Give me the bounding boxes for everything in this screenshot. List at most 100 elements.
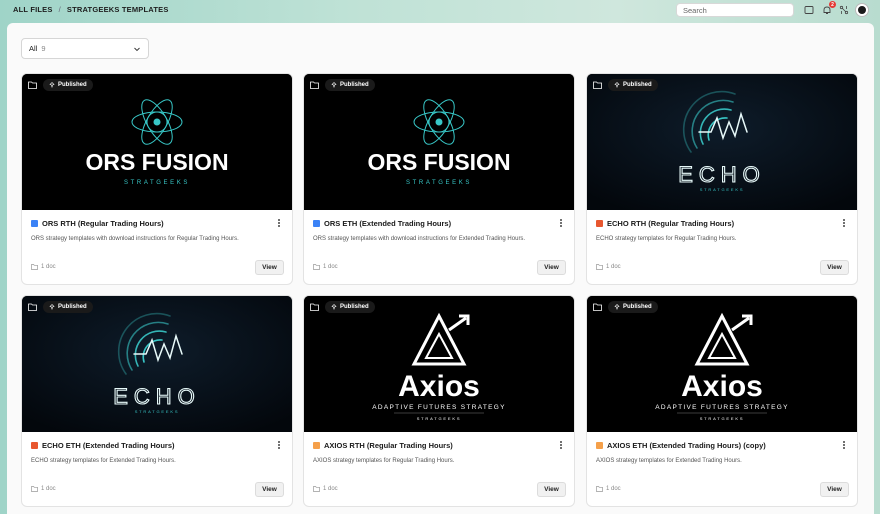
view-button[interactable]: View [820, 260, 849, 275]
search-input[interactable]: Search [676, 3, 794, 17]
avatar[interactable] [856, 4, 868, 16]
card-doc-count: 1 doc [313, 264, 338, 270]
more-options-icon[interactable] [841, 218, 847, 228]
published-badge: Published [325, 79, 375, 91]
card-thumbnail[interactable]: ECHO STRATGEEKS Published [22, 296, 292, 432]
card-title[interactable]: ORS ETH (Extended Trading Hours) [313, 219, 451, 228]
folder-icon [313, 264, 320, 270]
doc-count-text: 1 doc [323, 486, 338, 492]
pin-icon [614, 82, 620, 88]
doc-count-text: 1 doc [323, 264, 338, 270]
published-badge: Published [608, 301, 658, 313]
view-button[interactable]: View [537, 482, 566, 497]
card-title[interactable]: AXIOS ETH (Extended Trading Hours) (copy… [596, 441, 766, 450]
main-panel: All 9 ORS FUSION STRATGEEKS Published OR… [7, 23, 874, 514]
pin-icon [614, 304, 620, 310]
card-title-text: ORS ETH (Extended Trading Hours) [324, 219, 452, 228]
filter-count: 9 [41, 44, 46, 53]
art-title: Axios [398, 370, 480, 403]
template-card[interactable]: ORS FUSION STRATGEEKS Published ORS RTH … [21, 73, 293, 285]
folder-icon [310, 303, 319, 311]
folder-icon [310, 81, 319, 89]
art-title: ECHO [678, 162, 766, 187]
bell-icon[interactable]: 2 [821, 1, 836, 16]
art-title: ECHO [113, 384, 201, 409]
card-title[interactable]: ORS RTH (Regular Trading Hours) [31, 219, 164, 228]
card-thumbnail[interactable]: ORS FUSION STRATGEEKS Published [22, 74, 292, 210]
card-artwork: Axios ADAPTIVE FUTURES STRATEGY STRATGEE… [587, 296, 857, 432]
art-subtitle: STRATGEEKS [417, 416, 462, 421]
card-doc-count: 1 doc [31, 264, 56, 270]
doc-count-text: 1 doc [41, 264, 56, 270]
folder-icon [31, 486, 38, 492]
breadcrumb-all-files[interactable]: ALL FILES [13, 5, 53, 14]
color-square-icon [31, 220, 38, 227]
published-label: Published [340, 304, 369, 310]
card-title[interactable]: ECHO RTH (Regular Trading Hours) [596, 219, 734, 228]
card-description: AXIOS strategy templates for Extended Tr… [596, 458, 742, 464]
published-badge: Published [43, 301, 93, 313]
published-badge: Published [43, 79, 93, 91]
art-subtitle: STRATGEEKS [124, 180, 190, 186]
template-card[interactable]: ECHO STRATGEEKS Published ECHO RTH (Regu… [586, 73, 858, 285]
card-description: AXIOS strategy templates for Regular Tra… [313, 458, 455, 464]
more-options-icon[interactable] [276, 440, 282, 450]
card-thumbnail[interactable]: ORS FUSION STRATGEEKS Published [304, 74, 574, 210]
folder-icon [593, 81, 602, 89]
card-description: ORS strategy templates with download ins… [313, 236, 526, 242]
folder-icon [31, 264, 38, 270]
template-card[interactable]: Axios ADAPTIVE FUTURES STRATEGY STRATGEE… [303, 295, 575, 507]
published-label: Published [58, 304, 87, 310]
art-tagline: ADAPTIVE FUTURES STRATEGY [372, 404, 506, 411]
filter-dropdown[interactable]: All 9 [21, 38, 149, 59]
card-title[interactable]: AXIOS RTH (Regular Trading Hours) [313, 441, 453, 450]
view-button[interactable]: View [820, 482, 849, 497]
top-bar: ALL FILES / STRATGEEKS TEMPLATES Search … [0, 0, 880, 22]
more-options-icon[interactable] [841, 440, 847, 450]
doc-count-text: 1 doc [606, 264, 621, 270]
chevron-down-icon [134, 47, 140, 51]
card-artwork: ECHO STRATGEEKS [587, 74, 857, 210]
view-button[interactable]: View [537, 260, 566, 275]
network-icon[interactable] [838, 4, 850, 16]
folder-icon [313, 486, 320, 492]
breadcrumb-current: STRATGEEKS TEMPLATES [66, 5, 169, 14]
color-square-icon [313, 220, 320, 227]
color-square-icon [596, 220, 603, 227]
folder-icon [596, 264, 603, 270]
art-tagline: ADAPTIVE FUTURES STRATEGY [655, 404, 789, 411]
more-options-icon[interactable] [558, 218, 564, 228]
folder-icon [28, 81, 37, 89]
card-title-text: ORS RTH (Regular Trading Hours) [42, 219, 164, 228]
card-thumbnail[interactable]: Axios ADAPTIVE FUTURES STRATEGY STRATGEE… [587, 296, 857, 432]
pin-icon [331, 82, 337, 88]
folder-icon [593, 303, 602, 311]
more-options-icon[interactable] [276, 218, 282, 228]
template-card[interactable]: ORS FUSION STRATGEEKS Published ORS ETH … [303, 73, 575, 285]
published-label: Published [58, 82, 87, 88]
card-title-text: ECHO RTH (Regular Trading Hours) [607, 219, 735, 228]
art-subtitle: STRATGEEKS [700, 187, 745, 192]
card-artwork: ORS FUSION STRATGEEKS [22, 74, 292, 210]
art-title: ORS FUSION [85, 149, 228, 175]
color-square-icon [313, 442, 320, 449]
card-artwork: ORS FUSION STRATGEEKS [304, 74, 574, 210]
card-thumbnail[interactable]: Axios ADAPTIVE FUTURES STRATEGY STRATGEE… [304, 296, 574, 432]
template-card[interactable]: ECHO STRATGEEKS Published ECHO ETH (Exte… [21, 295, 293, 507]
pin-icon [331, 304, 337, 310]
published-label: Published [623, 304, 652, 310]
view-button[interactable]: View [255, 482, 284, 497]
published-badge: Published [325, 301, 375, 313]
card-title-text: ECHO ETH (Extended Trading Hours) [42, 441, 175, 450]
color-square-icon [31, 442, 38, 449]
card-title-text: AXIOS ETH (Extended Trading Hours) (copy… [607, 441, 766, 450]
chat-icon[interactable] [803, 4, 815, 16]
template-card[interactable]: Axios ADAPTIVE FUTURES STRATEGY STRATGEE… [586, 295, 858, 507]
card-thumbnail[interactable]: ECHO STRATGEEKS Published [587, 74, 857, 210]
folder-icon [28, 303, 37, 311]
card-title[interactable]: ECHO ETH (Extended Trading Hours) [31, 441, 175, 450]
view-button[interactable]: View [255, 260, 284, 275]
card-description: ORS strategy templates with download ins… [31, 236, 239, 242]
doc-count-text: 1 doc [41, 486, 56, 492]
more-options-icon[interactable] [558, 440, 564, 450]
